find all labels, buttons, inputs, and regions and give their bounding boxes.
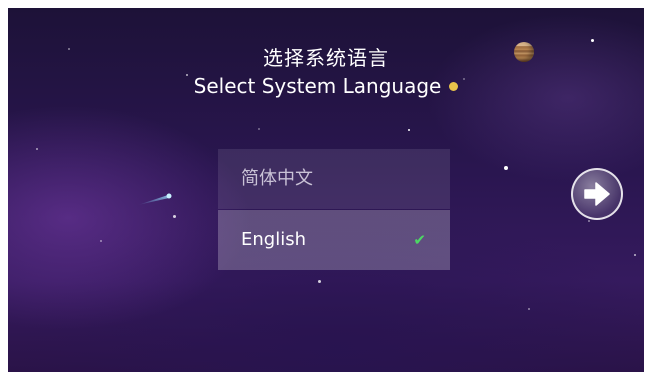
dot-decoration — [449, 82, 459, 91]
comet-decoration — [138, 193, 172, 205]
star-decoration — [588, 220, 590, 222]
star-decoration — [258, 128, 260, 130]
language-option-label: English — [241, 229, 306, 250]
star-decoration — [408, 129, 410, 131]
star-decoration — [36, 148, 38, 150]
star-decoration — [100, 240, 102, 242]
star-decoration — [318, 280, 321, 283]
star-decoration — [173, 215, 176, 218]
arrow-right-icon — [584, 182, 610, 206]
language-option-english[interactable]: English ✔ — [218, 210, 450, 270]
language-option-chinese[interactable]: 简体中文 — [218, 149, 450, 209]
star-decoration — [634, 254, 636, 256]
page-title-english-text: Select System Language — [193, 74, 442, 98]
star-decoration — [504, 166, 508, 170]
language-setup-screen: 选择系统语言 Select System Language 简体中文 Engli… — [8, 8, 644, 372]
next-button[interactable] — [571, 168, 623, 220]
language-list: 简体中文 English ✔ — [218, 149, 450, 270]
page-title-chinese: 选择系统语言 — [263, 46, 389, 70]
language-option-label: 简体中文 — [241, 168, 313, 189]
page-title-english: Select System Language — [8, 74, 644, 98]
star-decoration — [528, 308, 530, 310]
check-icon: ✔ — [413, 231, 426, 249]
